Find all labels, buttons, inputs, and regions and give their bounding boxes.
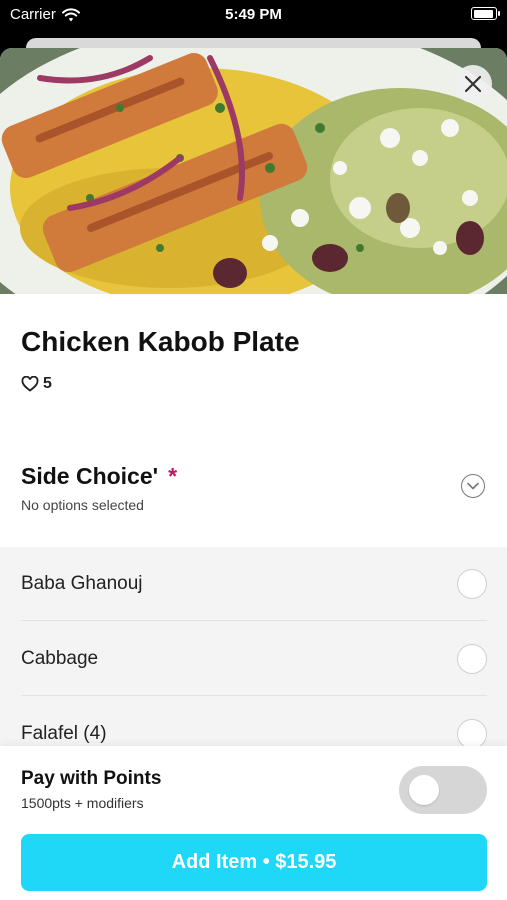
chevron-down-icon xyxy=(467,482,479,490)
food-photo xyxy=(0,48,507,294)
food-photo-image xyxy=(0,48,507,294)
heart-icon xyxy=(21,376,39,392)
item-detail-sheet: Chicken Kabob Plate 5 Side Choice' * No o… xyxy=(0,48,507,900)
add-item-button[interactable]: Add Item • $15.95 xyxy=(21,834,487,891)
points-title: Pay with Points xyxy=(21,768,162,789)
divider xyxy=(21,695,487,696)
points-subtitle: 1500pts + modifiers xyxy=(21,795,144,811)
option-radio[interactable] xyxy=(457,569,487,599)
footer-bar: Pay with Points 1500pts + modifiers Add … xyxy=(0,746,507,900)
required-mark: * xyxy=(168,463,178,489)
option-radio[interactable] xyxy=(457,644,487,674)
clock: 5:49 PM xyxy=(225,6,282,23)
pay-with-points-toggle[interactable] xyxy=(399,766,487,814)
likes[interactable]: 5 xyxy=(21,375,52,393)
section-subtitle: No options selected xyxy=(21,497,144,513)
toggle-knob xyxy=(409,775,439,805)
likes-count: 5 xyxy=(43,375,52,392)
battery-icon xyxy=(471,7,500,20)
option-cabbage[interactable]: Cabbage xyxy=(0,622,507,696)
option-radio[interactable] xyxy=(457,719,487,749)
side-choice-header[interactable]: Side Choice' * No options selected xyxy=(0,448,507,546)
option-baba-ghanouj[interactable]: Baba Ghanouj xyxy=(0,547,507,621)
divider xyxy=(21,620,487,621)
section-title: Side Choice' * xyxy=(21,463,177,490)
option-label: Cabbage xyxy=(21,648,99,669)
close-button[interactable] xyxy=(454,65,492,103)
status-bar: Carrier 5:49 PM xyxy=(0,0,507,30)
option-label: Baba Ghanouj xyxy=(21,573,143,594)
item-title: Chicken Kabob Plate xyxy=(21,326,300,357)
close-icon xyxy=(464,75,482,93)
option-label: Falafel (4) xyxy=(21,723,107,744)
section-title-text: Side Choice' xyxy=(21,463,159,489)
expand-toggle[interactable] xyxy=(461,474,485,498)
